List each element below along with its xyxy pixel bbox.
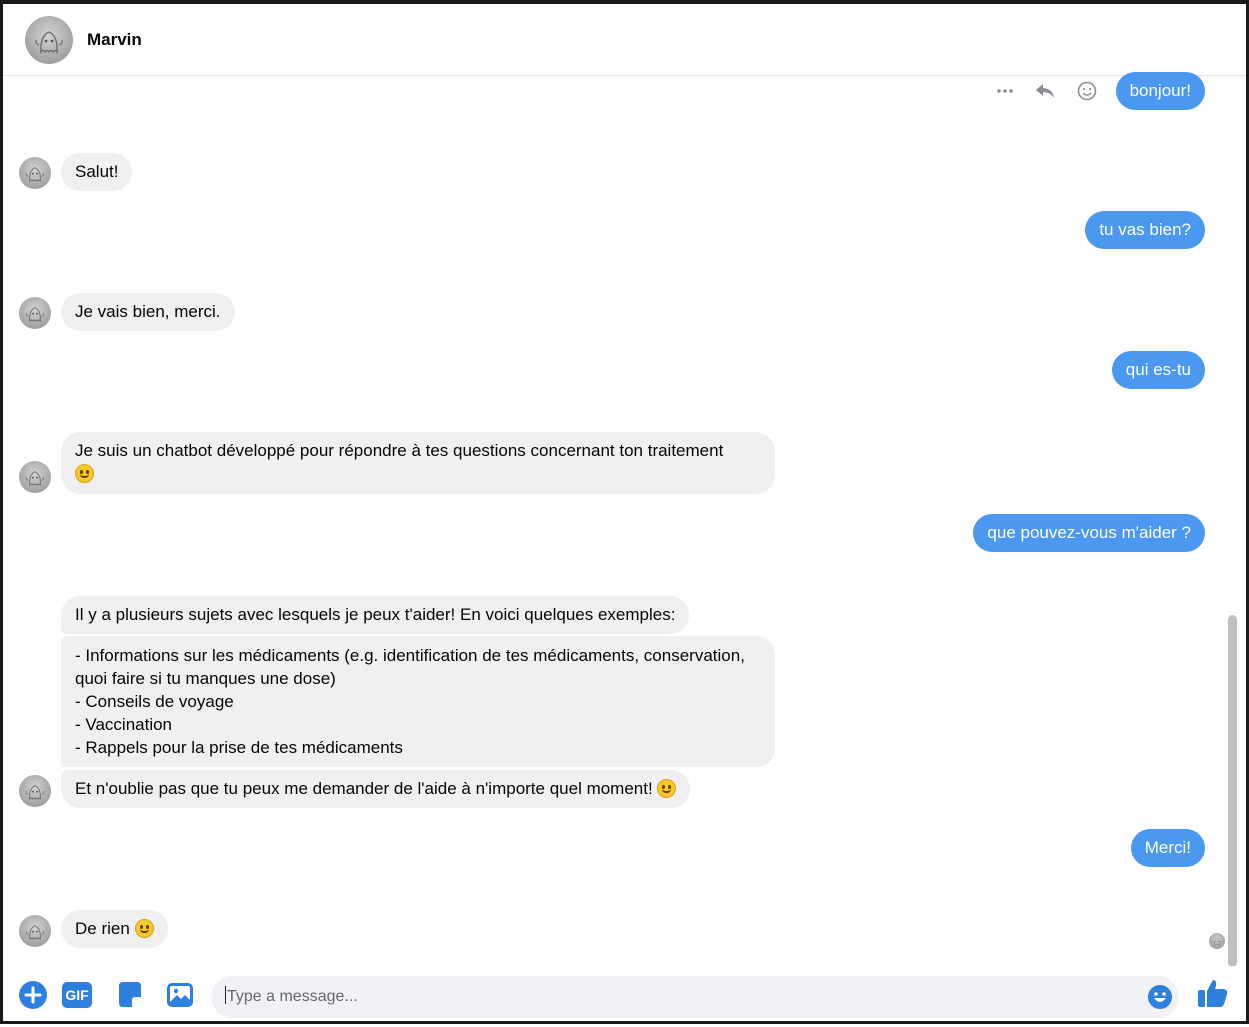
contact-avatar[interactable] <box>25 16 73 64</box>
smiling-face-emoji <box>75 464 94 483</box>
input-placeholder: Type a message... <box>227 988 358 1005</box>
message-text: Et n'oublie pas que tu peux me demander … <box>75 779 653 798</box>
bot-avatar <box>19 297 51 329</box>
incoming-message[interactable]: Et n'oublie pas que tu peux me demander … <box>61 770 691 808</box>
contact-name[interactable]: Marvin <box>87 30 142 50</box>
outgoing-message[interactable]: Merci! <box>1130 829 1205 867</box>
slightly-smiling-face-emoji <box>134 919 154 938</box>
window-frame <box>0 0 1249 1024</box>
seen-indicator-avatar <box>1209 933 1225 949</box>
add-icon[interactable] <box>18 980 48 1010</box>
message-composer: GIF Type a message... <box>3 966 1246 1021</box>
slightly-smiling-face-emoji <box>657 779 677 798</box>
sticker-icon[interactable] <box>115 980 145 1010</box>
incoming-message[interactable]: Je vais bien, merci. <box>61 293 235 331</box>
incoming-message[interactable]: De rien <box>61 910 168 948</box>
outgoing-message[interactable]: bonjour! <box>1115 72 1205 110</box>
smiley-outline-icon[interactable] <box>1076 80 1098 102</box>
message-input[interactable]: Type a message... <box>211 976 1179 1018</box>
bot-avatar <box>19 915 51 947</box>
incoming-message[interactable]: - Informations sur les médicaments (e.g.… <box>61 636 775 767</box>
more-horizontal-icon[interactable] <box>994 80 1016 102</box>
gif-icon[interactable]: GIF <box>61 980 93 1010</box>
incoming-message[interactable]: Je suis un chatbot développé pour répond… <box>61 432 775 494</box>
incoming-message[interactable]: Il y a plusieurs sujets avec lesquels je… <box>61 596 690 634</box>
scrollbar-thumb[interactable] <box>1228 615 1237 967</box>
outgoing-message[interactable]: qui es-tu <box>1111 351 1205 389</box>
text-caret <box>225 986 226 1004</box>
outgoing-message[interactable]: que pouvez-vous m'aider ? <box>973 514 1205 552</box>
incoming-message[interactable]: Salut! <box>61 153 133 191</box>
bot-avatar <box>19 775 51 807</box>
message-text: Je suis un chatbot développé pour répond… <box>75 441 724 460</box>
thumbs-up-icon[interactable] <box>1196 976 1230 1010</box>
gif-label: GIF <box>65 987 89 1003</box>
image-icon[interactable] <box>165 980 195 1010</box>
reply-icon[interactable] <box>1034 80 1056 102</box>
message-text: De rien <box>75 919 130 938</box>
bot-avatar <box>19 157 51 189</box>
bot-avatar <box>19 461 51 493</box>
chat-header: Marvin <box>3 4 1246 76</box>
outgoing-message[interactable]: tu vas bien? <box>1085 211 1205 249</box>
emoji-icon[interactable] <box>1147 984 1173 1010</box>
